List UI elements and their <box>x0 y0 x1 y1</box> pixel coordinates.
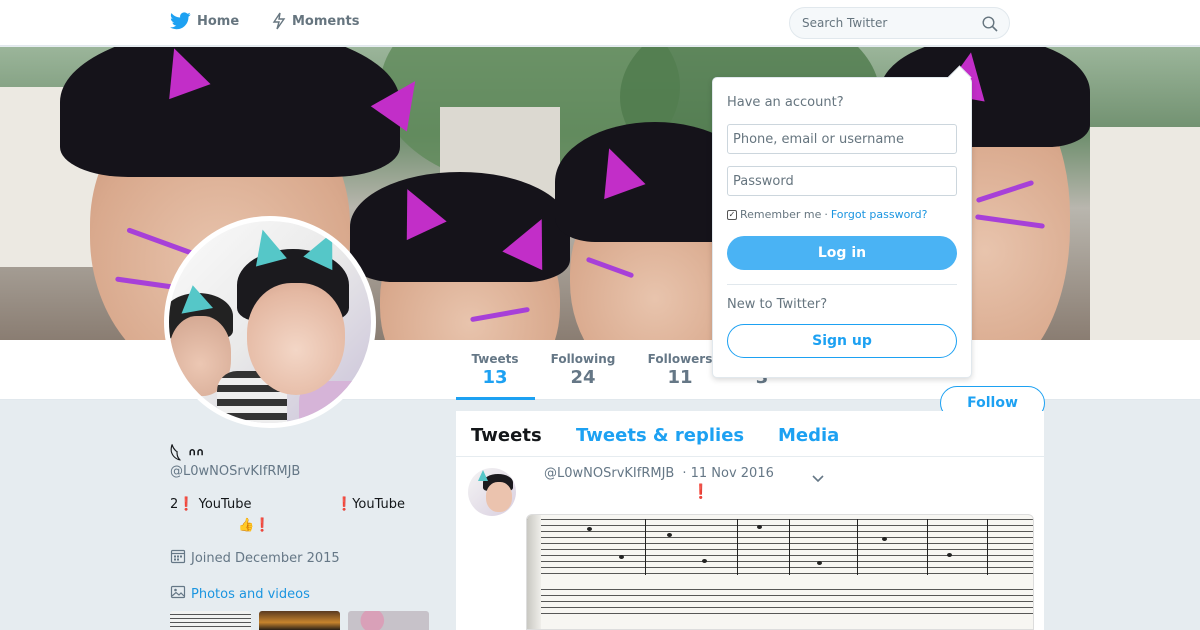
stat-following-count: 24 <box>570 367 596 388</box>
tweet-image[interactable] <box>526 514 1034 630</box>
profile-bio: 2❗ YouTube ❗YouTube 👍❗ <box>170 497 406 533</box>
username-field[interactable] <box>727 124 957 154</box>
media-thumbnail[interactable] <box>259 611 340 630</box>
calendar-icon <box>170 548 186 568</box>
tweet-avatar[interactable] <box>468 468 516 516</box>
tweet-text: ❗ <box>692 484 710 500</box>
search-input[interactable] <box>790 8 970 38</box>
separator-dot: · <box>824 208 828 221</box>
remember-checkbox[interactable]: ✓ <box>727 209 737 220</box>
nav-moments-link[interactable]: Moments <box>272 12 359 30</box>
stat-following[interactable]: Following 24 <box>548 352 618 388</box>
profile-handle[interactable]: @L0wNOSrvKIfRMJB <box>170 464 300 479</box>
tweet-handle[interactable]: @L0wNOSrvKIfRMJB <box>544 466 674 481</box>
joined-text: Joined December 2015 <box>191 550 340 566</box>
profile-joined: Joined December 2015 <box>170 548 340 568</box>
tweet-header: @L0wNOSrvKIfRMJB · 11 Nov 2016 <box>544 466 774 481</box>
login-button[interactable]: Log in <box>727 236 957 270</box>
password-field[interactable] <box>727 166 957 196</box>
search-icon[interactable] <box>982 16 998 36</box>
stat-following-label: Following <box>550 352 616 366</box>
lightning-icon <box>272 12 286 30</box>
photos-videos-label: Photos and videos <box>191 586 310 602</box>
stat-followers-label: Followers <box>647 352 713 366</box>
stat-tweets-count: 13 <box>482 367 508 388</box>
chevron-down-icon[interactable] <box>811 469 825 488</box>
media-thumbnail[interactable] <box>348 611 429 630</box>
forgot-password-link[interactable]: Forgot password? <box>831 208 928 221</box>
profile-avatar[interactable] <box>164 216 376 428</box>
nav-home-label: Home <box>197 13 240 29</box>
new-to-twitter-heading: New to Twitter? <box>727 297 828 312</box>
stat-followers[interactable]: Followers 11 <box>645 352 715 388</box>
signup-button[interactable]: Sign up <box>727 324 957 358</box>
tab-tweets[interactable]: Tweets <box>471 425 542 446</box>
stat-tweets[interactable]: Tweets 13 <box>456 352 535 400</box>
login-popup: Have an account? ✓ Remember me · Forgot … <box>712 77 972 378</box>
tab-tweets-replies[interactable]: Tweets & replies <box>576 425 744 446</box>
tweet-date[interactable]: · 11 Nov 2016 <box>682 466 774 481</box>
timeline-tabs: Tweets Tweets & replies Media <box>456 411 1044 457</box>
stat-followers-count: 11 <box>667 367 693 388</box>
search-box <box>789 7 1010 39</box>
divider <box>727 284 957 285</box>
nav-moments-label: Moments <box>292 13 360 29</box>
image-icon <box>170 584 186 604</box>
stat-tweets-label: Tweets <box>471 352 519 366</box>
tab-media[interactable]: Media <box>778 425 839 446</box>
photos-videos-link[interactable]: Photos and videos <box>170 584 310 604</box>
login-heading: Have an account? <box>727 95 844 110</box>
media-thumbnail[interactable] <box>170 611 251 630</box>
timeline: Tweets Tweets & replies Media @L0wNOSrvK… <box>456 411 1044 630</box>
remember-row: ✓ Remember me · Forgot password? <box>727 208 927 221</box>
top-nav: Home Moments <box>0 0 1200 46</box>
remember-label: Remember me <box>740 208 822 221</box>
nav-home-link[interactable]: Home <box>170 12 239 30</box>
twitter-bird-icon <box>170 12 191 30</box>
